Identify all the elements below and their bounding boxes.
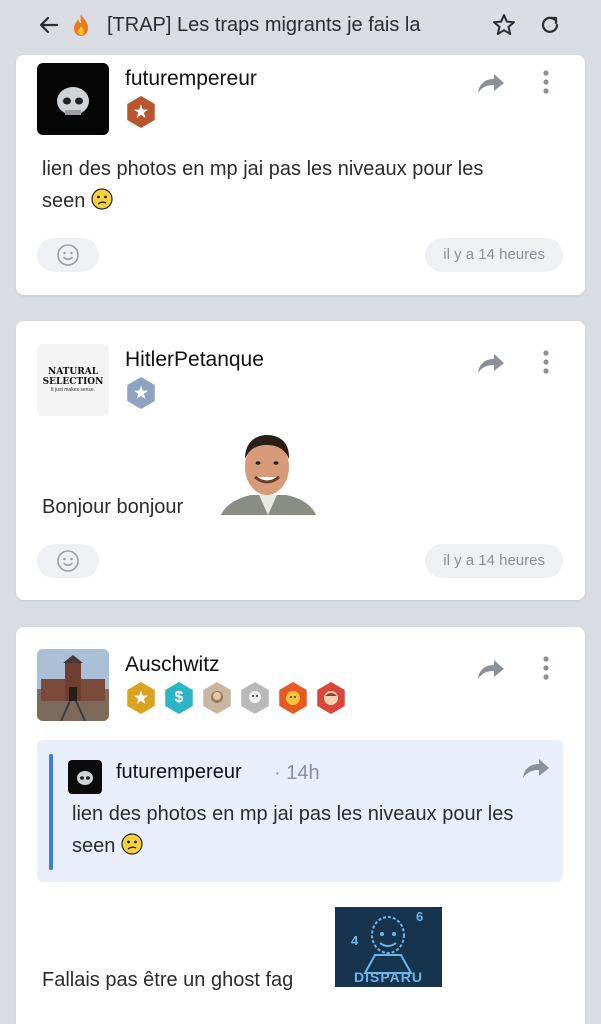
fire-icon [74, 14, 88, 36]
avatar[interactable] [37, 649, 109, 721]
skull-image [57, 87, 89, 115]
post-card: futurempereur ★ lien des photos en mp ja… [16, 55, 585, 295]
username[interactable]: HitlerPetanque [125, 348, 264, 372]
avatar-badge-1[interactable] [203, 682, 231, 714]
smiley-add-icon [57, 550, 79, 572]
quote-avatar [68, 760, 102, 794]
more-options-icon[interactable] [541, 349, 551, 375]
star-icon[interactable] [491, 12, 517, 38]
smiling-man-sticker [221, 435, 316, 515]
quote-share-icon[interactable] [521, 756, 551, 782]
orange-badge[interactable] [279, 682, 307, 714]
gatehouse-image [37, 649, 109, 721]
back-arrow-icon[interactable] [36, 12, 62, 38]
reaction-button[interactable] [37, 238, 99, 272]
badge-list: ★ $ [125, 682, 347, 714]
share-icon[interactable] [476, 71, 506, 97]
avatar[interactable] [37, 63, 109, 135]
red-badge[interactable] [317, 682, 345, 714]
thread-title: [TRAP] Les traps migrants je fais la [107, 14, 421, 36]
silver-star-badge[interactable]: ★ [127, 377, 155, 409]
more-options-icon[interactable] [541, 655, 551, 681]
top-bar: [TRAP] Les traps migrants je fais la [0, 0, 601, 50]
quoted-message[interactable]: futurempereur · 14h lien des photos en m… [37, 740, 563, 882]
post-message: Bonjour bonjour [42, 496, 184, 518]
quote-text: lien des photos en mp jai pas les niveau… [72, 803, 514, 857]
smiley-add-icon [57, 244, 79, 266]
bronze-star-badge[interactable]: ★ [127, 96, 155, 128]
badge-list: ★ [125, 96, 157, 128]
post-message: Fallais pas être un ghost fag [42, 969, 294, 991]
username[interactable]: Auschwitz [125, 653, 220, 677]
quote-time: · 14h [274, 762, 320, 784]
more-options-icon[interactable] [541, 69, 551, 95]
reaction-button[interactable] [37, 544, 99, 578]
username[interactable]: futurempereur [125, 67, 257, 91]
dollar-badge[interactable]: $ [165, 682, 193, 714]
share-icon[interactable] [476, 657, 506, 683]
post-card: NATURAL SELECTION It just makes sense. H… [16, 321, 585, 600]
post-card: Auschwitz ★ $ futurempereur · 14h lien d… [16, 627, 585, 1024]
badge-list: ★ [125, 377, 157, 409]
confused-smiley-icon [121, 833, 143, 855]
share-icon[interactable] [476, 351, 506, 377]
post-timestamp[interactable]: il y a 14 heures [425, 238, 563, 272]
avatar-badge-2[interactable] [241, 682, 269, 714]
disparu-sticker: 4 6 DISPARU [335, 907, 442, 987]
quote-bar [49, 754, 53, 870]
gold-star-badge[interactable]: ★ [127, 682, 155, 714]
post-timestamp[interactable]: il y a 14 heures [425, 544, 563, 578]
quote-username[interactable]: futurempereur [116, 761, 242, 784]
avatar[interactable]: NATURAL SELECTION It just makes sense. [37, 344, 109, 416]
post-message: lien des photos en mp jai pas les niveau… [42, 158, 484, 212]
confused-smiley-icon [91, 188, 113, 210]
reload-icon[interactable] [537, 12, 563, 38]
